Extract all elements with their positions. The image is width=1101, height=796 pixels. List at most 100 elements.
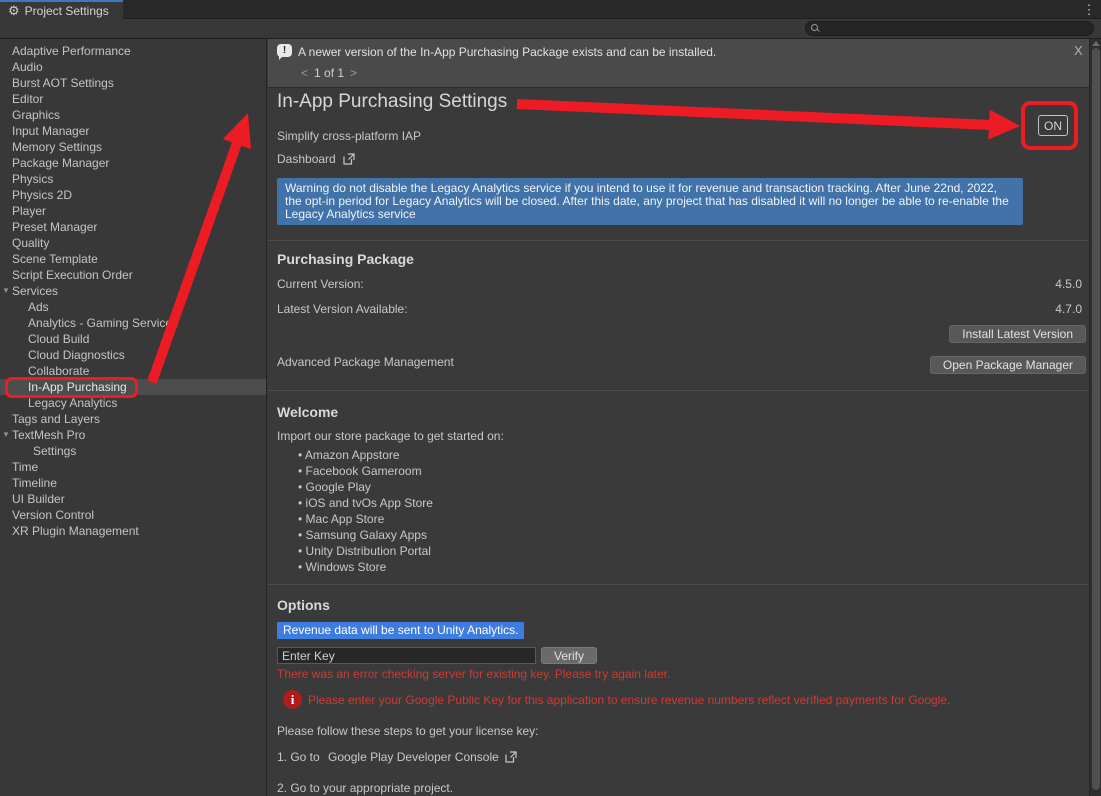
install-latest-version-button[interactable]: Install Latest Version [949,325,1086,343]
toolbar [0,19,1101,39]
server-error-message: There was an error checking server for e… [277,667,670,681]
sidebar-item[interactable]: ▼ Physics [0,171,266,187]
welcome-intro: Import our store package to get started … [277,429,504,443]
sidebar-item[interactable]: ▼ Package Manager [0,155,266,171]
error-info-icon: i [283,690,302,709]
sidebar-item-label: Version Control [12,508,94,522]
sidebar-item[interactable]: ▼ Services [0,283,266,299]
steps-intro: Please follow these steps to get your li… [277,724,538,738]
sidebar-item[interactable]: ▼ Cloud Build [0,331,266,347]
scroll-up-icon[interactable] [1092,41,1100,46]
sidebar-item[interactable]: ▼ Timeline [0,475,266,491]
dashboard-link-label: Dashboard [277,152,336,166]
page-subtitle: Simplify cross-platform IAP [277,129,421,143]
main-panel: ! A newer version of the In-App Purchasi… [268,39,1089,796]
search-box[interactable] [805,21,1094,36]
store-list-item: Facebook Gameroom [298,463,433,479]
tab-title: Project Settings [25,4,109,18]
sidebar-item[interactable]: ▼ Collaborate [0,363,266,379]
sidebar-item[interactable]: ▼ Settings [0,443,266,459]
sidebar-item[interactable]: ▼ Burst AOT Settings [0,75,266,91]
notification-bar: ! A newer version of the In-App Purchasi… [268,39,1089,88]
sidebar-item-label: Memory Settings [12,140,102,154]
section-divider [268,240,1089,241]
sidebar-item[interactable]: ▼ Scene Template [0,251,266,267]
sidebar-item[interactable]: ▼ TextMesh Pro [0,427,266,443]
sidebar-item[interactable]: ▼ Editor [0,91,266,107]
page-title: In-App Purchasing Settings [277,91,507,113]
google-play-console-link[interactable]: Google Play Developer Console [328,750,517,764]
sidebar-item[interactable]: ▼ Script Execution Order [0,267,266,283]
google-key-input[interactable] [277,647,536,664]
sidebar-item-label: Scene Template [12,252,98,266]
sidebar-item-label: Package Manager [12,156,109,170]
sidebar-item[interactable]: ▼ Version Control [0,507,266,523]
sidebar-item-label: Services [12,284,58,298]
iap-on-toggle[interactable]: ON [1038,115,1068,136]
sidebar-item-label: Preset Manager [12,220,97,234]
sidebar-item[interactable]: ▼ In-App Purchasing [0,379,266,395]
sidebar-item[interactable]: ▼ Ads [0,299,266,315]
pager-prev-button[interactable]: < [301,66,308,80]
latest-version-value: 4.7.0 [1055,302,1082,316]
sidebar-item[interactable]: ▼ Analytics - Gaming Services [0,315,266,331]
sidebar-item[interactable]: ▼ Audio [0,59,266,75]
sidebar-item-label: Cloud Diagnostics [28,348,125,362]
vertical-scrollbar[interactable] [1089,39,1101,796]
sidebar-item[interactable]: ▼ Graphics [0,107,266,123]
sidebar-item[interactable]: ▼ Cloud Diagnostics [0,347,266,363]
store-list-item: Amazon Appstore [298,447,433,463]
store-list-item: Samsung Galaxy Apps [298,527,433,543]
section-divider [268,584,1089,585]
close-icon[interactable]: X [1074,43,1083,58]
sidebar-item[interactable]: ▼ Tags and Layers [0,411,266,427]
sidebar-item-label: Quality [12,236,49,250]
verify-button[interactable]: Verify [541,647,597,664]
sidebar-item-label: Input Manager [12,124,89,138]
sidebar-item-label: TextMesh Pro [12,428,85,442]
sidebar-item[interactable]: ▼ XR Plugin Management [0,523,266,539]
sidebar-item[interactable]: ▼ Physics 2D [0,187,266,203]
sidebar-item[interactable]: ▼ Legacy Analytics [0,395,266,411]
sidebar-item[interactable]: ▼ UI Builder [0,491,266,507]
sidebar-item-label: Tags and Layers [12,412,100,426]
search-input[interactable] [824,23,1084,35]
sidebar-item[interactable]: ▼ Input Manager [0,123,266,139]
kebab-menu-icon[interactable]: ⋮ [1081,1,1097,18]
latest-version-label: Latest Version Available: [277,302,408,316]
sidebar-item[interactable]: ▼ Adaptive Performance [0,43,266,59]
step-1: 1. Go to Google Play Developer Console [277,750,517,764]
pager-next-button[interactable]: > [350,66,357,80]
search-icon [811,24,820,33]
store-list-item: iOS and tvOs App Store [298,495,433,511]
store-list-item: Windows Store [298,559,433,575]
sidebar-item-label: Editor [12,92,43,106]
current-version-label: Current Version: [277,277,364,291]
chevron-down-icon[interactable]: ▼ [2,283,12,299]
store-list-item: Google Play [298,479,433,495]
google-play-console-link-label: Google Play Developer Console [328,750,499,764]
sidebar-item-label: Time [12,460,38,474]
dashboard-link[interactable]: Dashboard [277,152,355,166]
store-list-item: Mac App Store [298,511,433,527]
sidebar-item[interactable]: ▼ Player [0,203,266,219]
tab-project-settings[interactable]: ⚙ Project Settings [0,0,123,19]
sidebar-item-label: Collaborate [28,364,89,378]
options-heading: Options [277,597,330,613]
analytics-notice-badge: Revenue data will be sent to Unity Analy… [277,622,524,639]
sidebar-item-label: Burst AOT Settings [12,76,114,90]
sidebar-item[interactable]: ▼ Quality [0,235,266,251]
scrollbar-thumb[interactable] [1092,48,1100,790]
project-settings-window: ⚙ Project Settings ⋮ ▼ Adaptive Performa… [0,0,1101,796]
sidebar-item[interactable]: ▼ Time [0,459,266,475]
sidebar-item-label: Audio [12,60,43,74]
sidebar-item[interactable]: ▼ Preset Manager [0,219,266,235]
sidebar-item-label: Ads [28,300,49,314]
open-package-manager-button[interactable]: Open Package Manager [930,356,1086,374]
advanced-package-management-label: Advanced Package Management [277,355,454,369]
chevron-down-icon[interactable]: ▼ [2,427,12,443]
pager-label: 1 of 1 [314,66,344,80]
sidebar-item[interactable]: ▼ Memory Settings [0,139,266,155]
purchasing-package-heading: Purchasing Package [277,251,414,267]
external-link-icon [343,153,355,165]
